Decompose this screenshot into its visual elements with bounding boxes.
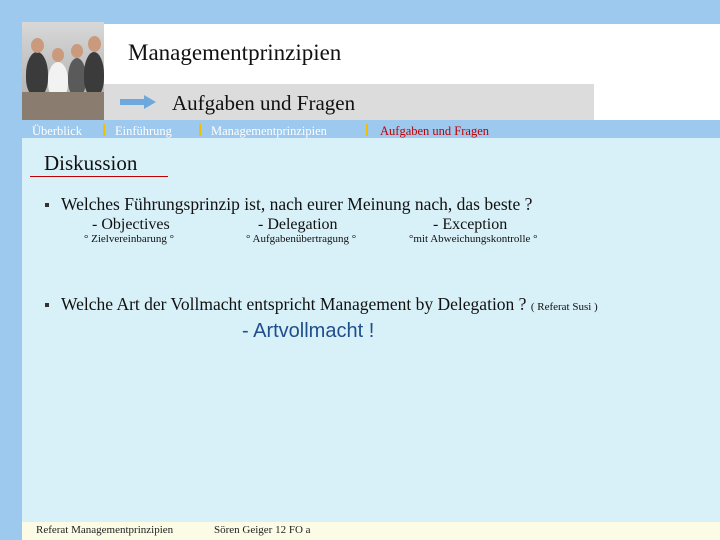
nav-separator xyxy=(366,124,368,136)
nav-separator xyxy=(103,124,105,136)
question-2: Welche Art der Vollmacht entspricht Mana… xyxy=(61,294,598,315)
nav-item-managementprinzipien[interactable]: Managementprinzipien xyxy=(211,124,327,139)
heading-underline xyxy=(30,176,168,177)
nav-separator xyxy=(199,124,201,136)
question-2-text: Welche Art der Vollmacht entspricht Mana… xyxy=(61,294,531,314)
option-delegation-sub: ° Aufgabenübertragung ° xyxy=(246,233,357,245)
left-strip xyxy=(0,0,22,540)
option-objectives-sub: ° Zielvereinbarung ° xyxy=(84,233,175,245)
arrow-right-icon xyxy=(120,95,156,109)
option-exception: - Exception xyxy=(433,216,508,233)
footer-bar: Referat Managementprinzipien Sören Geige… xyxy=(22,522,720,540)
bullet-icon xyxy=(45,203,49,207)
question-1: Welches Führungsprinzip ist, nach eurer … xyxy=(61,194,533,214)
question-2-reference: ( Referat Susi ) xyxy=(530,301,598,313)
page-title: Managementprinzipien xyxy=(128,40,342,65)
footer-left: Referat Managementprinzipien xyxy=(36,524,174,536)
nav-item-aufgaben-und-fragen[interactable]: Aufgaben und Fragen xyxy=(380,124,489,139)
nav-item-ueberblick[interactable]: Überblick xyxy=(32,124,82,139)
option-objectives: - Objectives xyxy=(92,216,170,233)
bullet-icon xyxy=(45,303,49,307)
footer-right: Sören Geiger 12 FO a xyxy=(214,524,311,536)
nav-bar: Überblick Einführung Managementprinzipie… xyxy=(22,120,720,138)
meeting-photo xyxy=(22,22,104,120)
section-heading: Diskussion xyxy=(44,151,138,175)
top-band xyxy=(0,0,720,24)
nav-item-einfuehrung[interactable]: Einführung xyxy=(115,124,172,139)
option-delegation: - Delegation xyxy=(258,216,338,233)
answer-text: - Artvollmacht ! xyxy=(242,320,375,342)
page-subtitle: Aufgaben und Fragen xyxy=(172,91,356,115)
option-exception-sub: °mit Abweichungskontrolle ° xyxy=(409,233,538,245)
